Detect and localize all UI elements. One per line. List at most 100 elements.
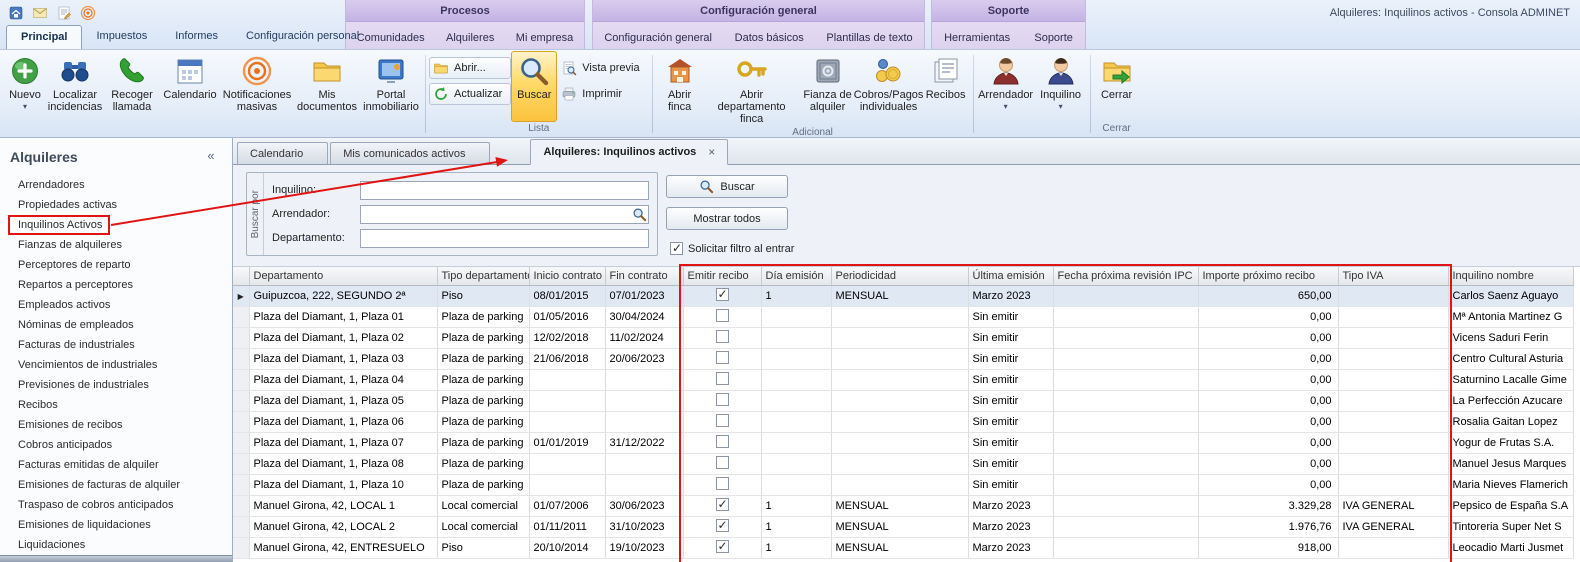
emitir-recibo-checkbox[interactable] xyxy=(716,309,729,322)
emitir-recibo-checkbox[interactable] xyxy=(716,435,729,448)
inquilino-button[interactable]: Inquilino xyxy=(1035,51,1087,122)
table-row[interactable]: Guipuzcoa, 222, SEGUNDO 2ª Piso 08/01/20… xyxy=(233,285,1573,306)
buscar-panel-button[interactable]: Buscar xyxy=(666,175,788,198)
inquilino-input[interactable] xyxy=(360,181,649,200)
ribbon-context-tab[interactable]: Configuración general xyxy=(598,32,718,44)
table-row[interactable]: Plaza del Diamant, 1, Plaza 01 Plaza de … xyxy=(233,306,1573,327)
ribbon-tab[interactable]: Impuestos xyxy=(82,25,161,49)
column-header[interactable]: Última emisión xyxy=(968,267,1053,285)
sidebar-item[interactable]: Fianzas de alquileres xyxy=(0,235,232,255)
ribbon-tab[interactable]: Configuración personal xyxy=(232,25,373,49)
sidebar-item[interactable]: Vencimientos de industriales xyxy=(0,355,232,375)
table-row[interactable]: Plaza del Diamant, 1, Plaza 06 Plaza de … xyxy=(233,411,1573,432)
sidebar-item[interactable]: Emisiones de facturas de alquiler xyxy=(0,475,232,495)
cerrar-button[interactable]: Cerrar xyxy=(1094,51,1140,122)
departamento-input[interactable] xyxy=(360,229,649,248)
arrendador-input[interactable] xyxy=(360,205,649,224)
cobros-pagos-button[interactable]: Cobros/Pagos individuales xyxy=(856,51,922,126)
table-row[interactable]: Plaza del Diamant, 1, Plaza 05 Plaza de … xyxy=(233,390,1573,411)
column-header[interactable]: Día emisión xyxy=(761,267,831,285)
emitir-recibo-checkbox[interactable] xyxy=(716,288,729,301)
emitir-recibo-checkbox[interactable] xyxy=(716,498,729,511)
recoger-llamada-button[interactable]: Recoger llamada xyxy=(104,51,160,122)
ribbon-context-tab[interactable]: Mi empresa xyxy=(510,32,579,44)
column-header[interactable]: Tipo IVA xyxy=(1338,267,1448,285)
sidebar-item[interactable]: Arrendadores xyxy=(0,175,232,195)
column-header[interactable]: Tipo departamento xyxy=(437,267,529,285)
table-row[interactable]: Plaza del Diamant, 1, Plaza 08 Plaza de … xyxy=(233,453,1573,474)
sidebar-item[interactable]: Perceptores de reparto xyxy=(0,255,232,275)
buscar-button[interactable]: Buscar xyxy=(511,51,557,122)
document-tab[interactable]: Mis comunicados activos xyxy=(330,142,490,164)
vista-previa-button[interactable]: Vista previa xyxy=(557,57,648,79)
column-header[interactable]: Emitir recibo xyxy=(683,267,761,285)
ribbon-tab[interactable]: Principal xyxy=(6,25,82,49)
close-icon[interactable]: × xyxy=(708,145,715,159)
collapse-sidebar-icon[interactable]: « xyxy=(202,148,220,166)
notificaciones-masivas-button[interactable]: Notificaciones masivas xyxy=(220,51,294,122)
emitir-recibo-checkbox[interactable] xyxy=(716,372,729,385)
abrir-finca-button[interactable]: Abrir finca xyxy=(656,51,704,126)
filter-checkbox-row[interactable]: Solicitar filtro al entrar xyxy=(670,242,794,255)
nuevo-button[interactable]: Nuevo xyxy=(4,51,46,122)
abrir-departamento-finca-button[interactable]: Abrir departamento finca xyxy=(704,51,800,126)
sidebar-item[interactable]: Cobros anticipados xyxy=(0,435,232,455)
sidebar-item[interactable]: Recibos xyxy=(0,395,232,415)
ribbon-tab[interactable]: Informes xyxy=(161,25,232,49)
emitir-recibo-checkbox[interactable] xyxy=(716,477,729,490)
column-header[interactable]: Inicio contrato xyxy=(529,267,605,285)
abrir-button[interactable]: Abrir... xyxy=(429,57,511,79)
solicitar-filtro-checkbox[interactable] xyxy=(670,242,683,255)
table-row[interactable]: Plaza del Diamant, 1, Plaza 03 Plaza de … xyxy=(233,348,1573,369)
table-row[interactable]: Plaza del Diamant, 1, Plaza 02 Plaza de … xyxy=(233,327,1573,348)
broadcast-icon[interactable] xyxy=(78,3,97,22)
app-home-icon[interactable] xyxy=(6,3,25,22)
mis-documentos-button[interactable]: Mis documentos xyxy=(294,51,360,122)
table-row[interactable]: Manuel Girona, 42, LOCAL 2 Local comerci… xyxy=(233,516,1573,537)
column-header[interactable]: Inquilino nombre xyxy=(1448,267,1573,285)
sidebar-item[interactable]: Emisiones de liquidaciones xyxy=(0,515,232,535)
ribbon-context-tab[interactable]: Soporte xyxy=(1028,32,1079,44)
sidebar-item[interactable]: Propiedades activas xyxy=(0,195,232,215)
emitir-recibo-checkbox[interactable] xyxy=(716,393,729,406)
emitir-recibo-checkbox[interactable] xyxy=(716,414,729,427)
mail-icon[interactable] xyxy=(30,3,49,22)
sidebar-item[interactable]: Inquilinos Activos xyxy=(0,215,232,235)
portal-inmobiliario-button[interactable]: Portal inmobiliario xyxy=(360,51,422,122)
ribbon-context-tab[interactable]: Plantillas de texto xyxy=(820,32,918,44)
emitir-recibo-checkbox[interactable] xyxy=(716,456,729,469)
sidebar-item[interactable]: Traspaso de cobros anticipados xyxy=(0,495,232,515)
table-row[interactable]: Manuel Girona, 42, LOCAL 1 Local comerci… xyxy=(233,495,1573,516)
sidebar-item[interactable]: Repartos a perceptores xyxy=(0,275,232,295)
calendario-button[interactable]: Calendario xyxy=(160,51,220,122)
mostrar-todos-button[interactable]: Mostrar todos xyxy=(666,207,788,230)
sidebar-item[interactable]: Empleados activos xyxy=(0,295,232,315)
recibos-button[interactable]: Recibos xyxy=(922,51,970,126)
table-row[interactable]: Plaza del Diamant, 1, Plaza 04 Plaza de … xyxy=(233,369,1573,390)
table-row[interactable]: Plaza del Diamant, 1, Plaza 07 Plaza de … xyxy=(233,432,1573,453)
sidebar-item[interactable]: Facturas emitidas de alquiler xyxy=(0,455,232,475)
column-header[interactable]: Fin contrato xyxy=(605,267,683,285)
emitir-recibo-checkbox[interactable] xyxy=(716,351,729,364)
actualizar-button[interactable]: Actualizar xyxy=(429,83,511,105)
emitir-recibo-checkbox[interactable] xyxy=(716,540,729,553)
sidebar-item[interactable]: Liquidaciones xyxy=(0,535,232,555)
document-tab[interactable]: Calendario xyxy=(237,142,328,164)
ribbon-context-tab[interactable]: Datos básicos xyxy=(729,32,810,44)
sidebar-item[interactable]: Previsiones de industriales xyxy=(0,375,232,395)
column-header[interactable]: Fecha próxima revisión IPC xyxy=(1053,267,1198,285)
table-row[interactable]: Manuel Girona, 42, ENTRESUELO Piso 20/10… xyxy=(233,537,1573,558)
ribbon-context-tab[interactable]: Herramientas xyxy=(938,32,1016,44)
notes-icon[interactable] xyxy=(54,3,73,22)
emitir-recibo-checkbox[interactable] xyxy=(716,519,729,532)
arrendador-button[interactable]: Arrendador xyxy=(977,51,1035,122)
fianza-alquiler-button[interactable]: Fianza de alquiler xyxy=(800,51,856,126)
document-tab[interactable]: Alquileres: Inquilinos activos× xyxy=(530,139,728,165)
column-header[interactable]: Departamento xyxy=(249,267,437,285)
emitir-recibo-checkbox[interactable] xyxy=(716,330,729,343)
table-row[interactable]: Plaza del Diamant, 1, Plaza 10 Plaza de … xyxy=(233,474,1573,495)
sidebar-item[interactable]: Emisiones de recibos xyxy=(0,415,232,435)
column-header[interactable]: Periodicidad xyxy=(831,267,968,285)
lookup-search-icon[interactable] xyxy=(632,207,647,222)
column-header[interactable]: Importe próximo recibo xyxy=(1198,267,1338,285)
